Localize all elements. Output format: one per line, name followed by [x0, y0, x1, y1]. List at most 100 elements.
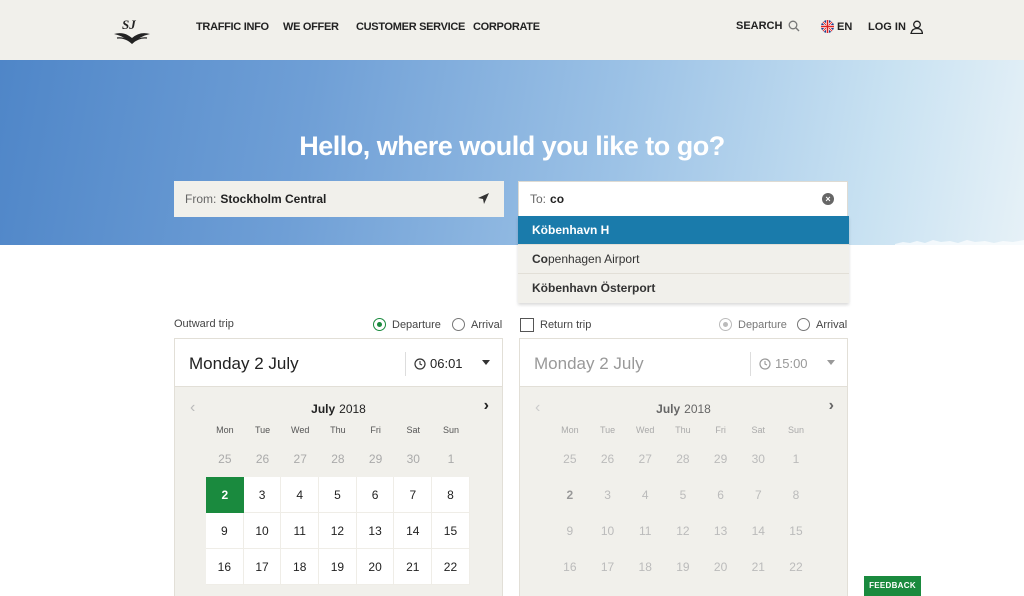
calendar-day[interactable]: 11 — [281, 513, 320, 549]
outward-date-bar[interactable]: Monday 2 July 06:01 — [175, 339, 502, 387]
calendar-day[interactable]: 16 — [206, 549, 244, 585]
chevron-down-icon[interactable] — [827, 360, 835, 365]
suggestion-match: Co — [532, 252, 548, 266]
calendar-row: 16 17 18 19 20 21 22 — [551, 549, 815, 585]
nav-we-offer[interactable]: WE OFFER — [283, 21, 356, 33]
calendar-day[interactable]: 18 — [281, 549, 320, 585]
outward-date: Monday 2 July — [189, 354, 299, 373]
nav-corporate[interactable]: CORPORATE — [473, 21, 563, 33]
calendar-row: 9 10 11 12 13 14 15 — [206, 513, 470, 549]
calendar-day[interactable]: 10 — [243, 513, 282, 549]
calendar-day: 5 — [679, 488, 687, 502]
return-trip-label: Return trip — [540, 319, 592, 331]
calendar-day: 21 — [751, 560, 765, 574]
calendar-day: 30 — [751, 452, 765, 466]
clear-icon[interactable]: × — [822, 193, 834, 205]
calendar-day[interactable]: 3 — [243, 477, 282, 513]
weekday: Fri — [370, 425, 381, 435]
weekday: Sat — [751, 425, 766, 435]
to-value: co — [550, 192, 565, 206]
calendar-day: 29 — [713, 452, 728, 466]
suggestions-dropdown: Köbenhavn H Copenhagen Airport Köbenhavn… — [518, 216, 849, 303]
outward-departure-radio[interactable]: Departure — [373, 318, 441, 331]
calendar-day-selected[interactable]: 2 — [206, 477, 244, 513]
from-value: Stockholm Central — [220, 192, 327, 206]
calendar-day[interactable]: 6 — [356, 477, 395, 513]
outward-time[interactable]: 06:01 — [414, 356, 463, 371]
calendar-day[interactable]: 4 — [281, 477, 320, 513]
calendar-day[interactable]: 17 — [243, 549, 282, 585]
calendar-day: 29 — [368, 452, 383, 466]
outward-time-value: 06:01 — [430, 356, 463, 371]
calendar-day[interactable]: 12 — [319, 513, 357, 549]
calendar-day: 28 — [676, 452, 690, 466]
calendar-grid: 25 26 27 28 29 30 1 2 3 4 5 6 7 8 9 10 1… — [206, 441, 470, 585]
return-trip-checkbox[interactable]: Return trip — [520, 318, 591, 332]
calendar-day[interactable]: 20 — [356, 549, 395, 585]
return-arrival-radio[interactable]: Arrival — [797, 318, 847, 331]
from-field[interactable]: From: Stockholm Central — [174, 181, 504, 217]
calendar-day[interactable]: 9 — [206, 513, 244, 549]
month-name: July — [656, 402, 681, 416]
calendar-day: 8 — [792, 488, 800, 502]
suggestion-item[interactable]: Köbenhavn H — [518, 216, 849, 245]
calendar-day[interactable]: 19 — [319, 549, 357, 585]
search-button[interactable]: SEARCH — [736, 20, 800, 32]
next-month-icon[interactable]: › — [484, 397, 489, 415]
calendar-row: 2 3 4 5 6 7 8 — [551, 477, 815, 513]
nav-traffic-info[interactable]: TRAFFIC INFO — [196, 21, 283, 33]
hero-title: Hello, where would you like to go? — [299, 131, 725, 161]
suggestion-item[interactable]: Köbenhavn Österport — [518, 274, 849, 303]
calendar-day[interactable]: 8 — [432, 477, 470, 513]
next-month-icon[interactable]: › — [829, 397, 834, 415]
return-date-bar[interactable]: Monday 2 July 15:00 — [520, 339, 847, 387]
weekday: Tue — [254, 425, 271, 435]
suggestion-item[interactable]: Copenhagen Airport — [518, 245, 849, 274]
login-button[interactable]: LOG IN — [868, 20, 923, 34]
return-departure-radio[interactable]: Departure — [719, 318, 787, 331]
radio-checked — [373, 318, 386, 331]
uk-flag-icon — [821, 20, 834, 33]
language-selector[interactable]: EN — [821, 20, 852, 33]
departure-label: Departure — [392, 318, 441, 331]
arrival-label: Arrival — [471, 318, 503, 331]
suggestion-rest: penhagen Airport — [548, 252, 640, 266]
calendar-day[interactable]: 14 — [394, 513, 433, 549]
calendar-day: 4 — [641, 488, 649, 502]
weekday: Thu — [675, 425, 691, 435]
return-time-value: 15:00 — [775, 356, 808, 371]
calendar-day[interactable]: 15 — [432, 513, 470, 549]
calendar-day: 13 — [713, 524, 728, 538]
weekday: Fri — [715, 425, 726, 435]
month-year: 2018 — [684, 402, 711, 416]
outward-arrival-radio[interactable]: Arrival — [452, 318, 502, 331]
weekday: Sun — [442, 425, 459, 435]
calendar-day[interactable]: 22 — [432, 549, 470, 585]
radio-checked-disabled — [719, 318, 732, 331]
horizon-decoration — [895, 240, 1024, 245]
calendar-day: 25 — [563, 452, 577, 466]
to-field[interactable]: To: co × — [518, 181, 848, 217]
calendar-row: 9 10 11 12 13 14 15 — [551, 513, 815, 549]
calendar-day[interactable]: 13 — [356, 513, 395, 549]
feedback-button[interactable]: FEEDBACK — [864, 576, 921, 596]
calendar-day[interactable]: 5 — [319, 477, 357, 513]
calendar-day: 3 — [604, 488, 611, 502]
nav-customer-service[interactable]: CUSTOMER SERVICE — [356, 21, 473, 33]
radio-unchecked — [797, 318, 810, 331]
location-arrow-icon[interactable] — [477, 192, 490, 205]
calendar-day: 14 — [751, 524, 765, 538]
return-date-panel: Monday 2 July 15:00 ‹ July 2018 › Mon Tue… — [519, 338, 848, 596]
calendar-row: 25 26 27 28 29 30 1 — [206, 441, 470, 477]
checkbox-unchecked — [520, 318, 534, 332]
language-label: EN — [837, 20, 853, 33]
sj-logo[interactable]: SJ — [112, 16, 152, 48]
return-time[interactable]: 15:00 — [759, 356, 808, 371]
outward-date-panel: Monday 2 July 06:01 ‹ July 2018 › Mon Tue… — [174, 338, 503, 596]
month-year: 2018 — [339, 402, 366, 416]
calendar-day[interactable]: 21 — [394, 549, 433, 585]
chevron-down-icon[interactable] — [482, 360, 490, 365]
calendar-day: 22 — [789, 560, 803, 574]
calendar-day[interactable]: 7 — [394, 477, 433, 513]
calendar-day: 26 — [600, 452, 615, 466]
